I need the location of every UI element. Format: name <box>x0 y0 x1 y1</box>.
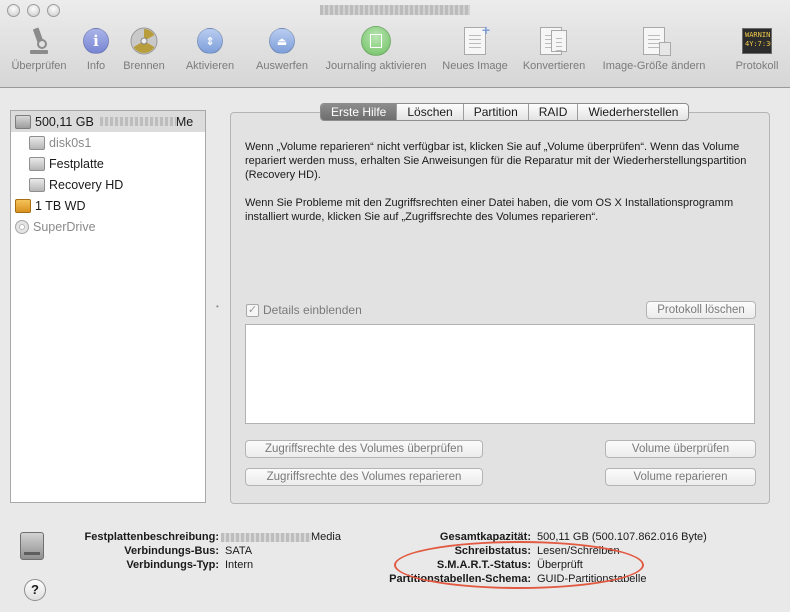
show-details-row[interactable]: ✓ Details einblenden <box>246 303 362 317</box>
sidebar-item-disk[interactable]: 500,11 GB Me <box>11 111 205 132</box>
partition-scheme-value: GUID-Partitionstabelle <box>537 573 647 585</box>
title-bar: Überprüfen i Info Brennen ⇕ Aktivieren ⏏… <box>0 0 790 88</box>
connection-type-value: Intern <box>225 559 254 571</box>
volume-icon <box>29 135 45 150</box>
sidebar-item-disk0s1[interactable]: disk0s1 <box>11 132 205 153</box>
microscope-icon <box>24 26 54 56</box>
tab-bar: Erste Hilfe Löschen Partition RAID Wiede… <box>320 103 690 121</box>
info-icon: i <box>81 26 111 56</box>
redacted-text <box>221 532 311 542</box>
eject-icon: ⏏ <box>267 26 297 56</box>
device-sidebar: 500,11 GB Me disk0s1 Festplatte Recovery… <box>10 110 206 503</box>
log-output-area[interactable] <box>245 324 755 424</box>
external-disk-icon <box>15 198 31 213</box>
show-details-checkbox[interactable]: ✓ <box>246 303 259 317</box>
sidebar-item-1tb-wd[interactable]: 1 TB WD <box>11 195 205 216</box>
disk-utility-window: Überprüfen i Info Brennen ⇕ Aktivieren ⏏… <box>0 0 790 612</box>
tab-erase[interactable]: Löschen <box>397 104 464 120</box>
log-icon-text: WARNIN 4Y:7:36E <box>742 28 772 54</box>
window-title-redacted <box>320 5 470 15</box>
sidebar-item-festplatte[interactable]: Festplatte <box>11 153 205 174</box>
toolbar-mount[interactable]: ⇕ Aktivieren <box>180 26 240 78</box>
sidebar-item-label: disk0s1 <box>49 135 92 150</box>
clear-log-button[interactable]: Protokoll löschen <box>646 301 756 319</box>
tab-raid[interactable]: RAID <box>529 104 579 120</box>
toolbar-convert[interactable]: Konvertieren <box>520 26 588 78</box>
sidebar-item-suffix: Me <box>175 114 194 129</box>
help-paragraph: Wenn „Volume reparieren“ nicht verfügbar… <box>245 141 747 181</box>
volume-icon <box>29 177 45 192</box>
write-status-value: Lesen/Schreiben <box>537 545 620 557</box>
toolbar-verify[interactable]: Überprüfen <box>8 26 70 78</box>
connection-type-label: Verbindungs-Typ: <box>126 559 219 571</box>
toolbar-label: Protokoll <box>735 60 779 72</box>
toolbar-burn[interactable]: Brennen <box>120 26 168 78</box>
repair-permissions-button[interactable]: Zugriffsrechte des Volumes reparieren <box>245 468 483 486</box>
sidebar-item-label: 1 TB WD <box>35 198 86 213</box>
sidebar-item-superdrive[interactable]: SuperDrive <box>11 216 205 237</box>
close-button[interactable] <box>7 4 20 17</box>
burn-icon <box>129 26 159 56</box>
toolbar-log[interactable]: WARNIN 4Y:7:36E Protokoll <box>730 26 784 78</box>
optical-drive-icon <box>15 219 29 234</box>
hard-disk-icon <box>15 114 31 129</box>
log-icon: WARNIN 4Y:7:36E <box>742 26 772 56</box>
toolbar-label: Auswerfen <box>256 60 308 72</box>
toolbar-label: Journaling aktivieren <box>325 60 427 72</box>
first-aid-help-text: Wenn „Volume reparieren“ nicht verfügbar… <box>245 140 760 238</box>
toolbar-label: Info <box>86 60 106 72</box>
toolbar-label: Konvertieren <box>522 60 586 72</box>
minimize-button[interactable] <box>27 4 40 17</box>
toolbar-label: Image-Größe ändern <box>602 60 706 72</box>
description-label: Festplattenbeschreibung: <box>84 531 219 543</box>
journaling-icon <box>361 26 391 56</box>
sidebar-item-label: 500,11 GB <box>35 114 94 129</box>
smart-status-value: Überprüft <box>537 559 583 571</box>
capacity-label: Gesamtkapazität: <box>439 531 531 543</box>
toolbar-info[interactable]: i Info <box>80 26 112 78</box>
sidebar-item-label: SuperDrive <box>33 219 96 234</box>
toolbar-new-image[interactable]: + Neues Image <box>440 22 510 78</box>
zoom-button[interactable] <box>47 4 60 17</box>
toolbar-label: Überprüfen <box>11 60 67 72</box>
sidebar-item-label: Recovery HD <box>49 177 124 192</box>
redacted-text <box>99 117 176 126</box>
tab-first-aid[interactable]: Erste Hilfe <box>321 104 398 120</box>
toolbar: Überprüfen i Info Brennen ⇕ Aktivieren ⏏… <box>0 22 790 78</box>
write-status-label: Schreibstatus: <box>454 545 531 557</box>
toolbar-resize-image[interactable]: Image-Größe ändern <box>598 26 710 78</box>
mount-icon: ⇕ <box>195 26 225 56</box>
volume-icon <box>29 156 45 171</box>
toolbar-label: Aktivieren <box>185 60 235 72</box>
resize-image-icon <box>639 26 671 56</box>
smart-status-label: S.M.A.R.T.-Status: <box>436 559 531 571</box>
verify-volume-button[interactable]: Volume überprüfen <box>605 440 756 458</box>
tab-partition[interactable]: Partition <box>464 104 529 120</box>
toolbar-label: Brennen <box>123 60 165 72</box>
partition-scheme-label: Partitionstabellen-Schema: <box>389 573 531 585</box>
sidebar-item-label: Festplatte <box>49 156 104 171</box>
bus-value: SATA <box>225 545 253 557</box>
convert-icon <box>539 26 569 56</box>
bus-label: Verbindungs-Bus: <box>124 545 219 557</box>
capacity-value: 500,11 GB (500.107.862.016 Byte) <box>537 531 707 543</box>
sidebar-item-recovery-hd[interactable]: Recovery HD <box>11 174 205 195</box>
first-aid-panel: Wenn „Volume reparieren“ nicht verfügbar… <box>230 112 770 504</box>
tab-restore[interactable]: Wiederherstellen <box>578 104 688 120</box>
toolbar-eject[interactable]: ⏏ Auswerfen <box>252 26 312 78</box>
toolbar-label: Neues Image <box>442 60 508 72</box>
verify-permissions-button[interactable]: Zugriffsrechte des Volumes überprüfen <box>245 440 483 458</box>
toolbar-journaling[interactable]: Journaling aktivieren <box>320 26 432 78</box>
description-value: Media <box>221 531 341 543</box>
window-controls <box>7 4 60 17</box>
splitter-handle[interactable]: • <box>216 302 220 311</box>
new-image-icon: + <box>460 22 490 56</box>
repair-volume-button[interactable]: Volume reparieren <box>605 468 756 486</box>
disk-info-area: Festplattenbeschreibung: Media Verbindun… <box>0 530 790 610</box>
help-paragraph: Wenn Sie Probleme mit den Zugriffsrechte… <box>245 197 734 223</box>
show-details-label: Details einblenden <box>263 303 362 317</box>
